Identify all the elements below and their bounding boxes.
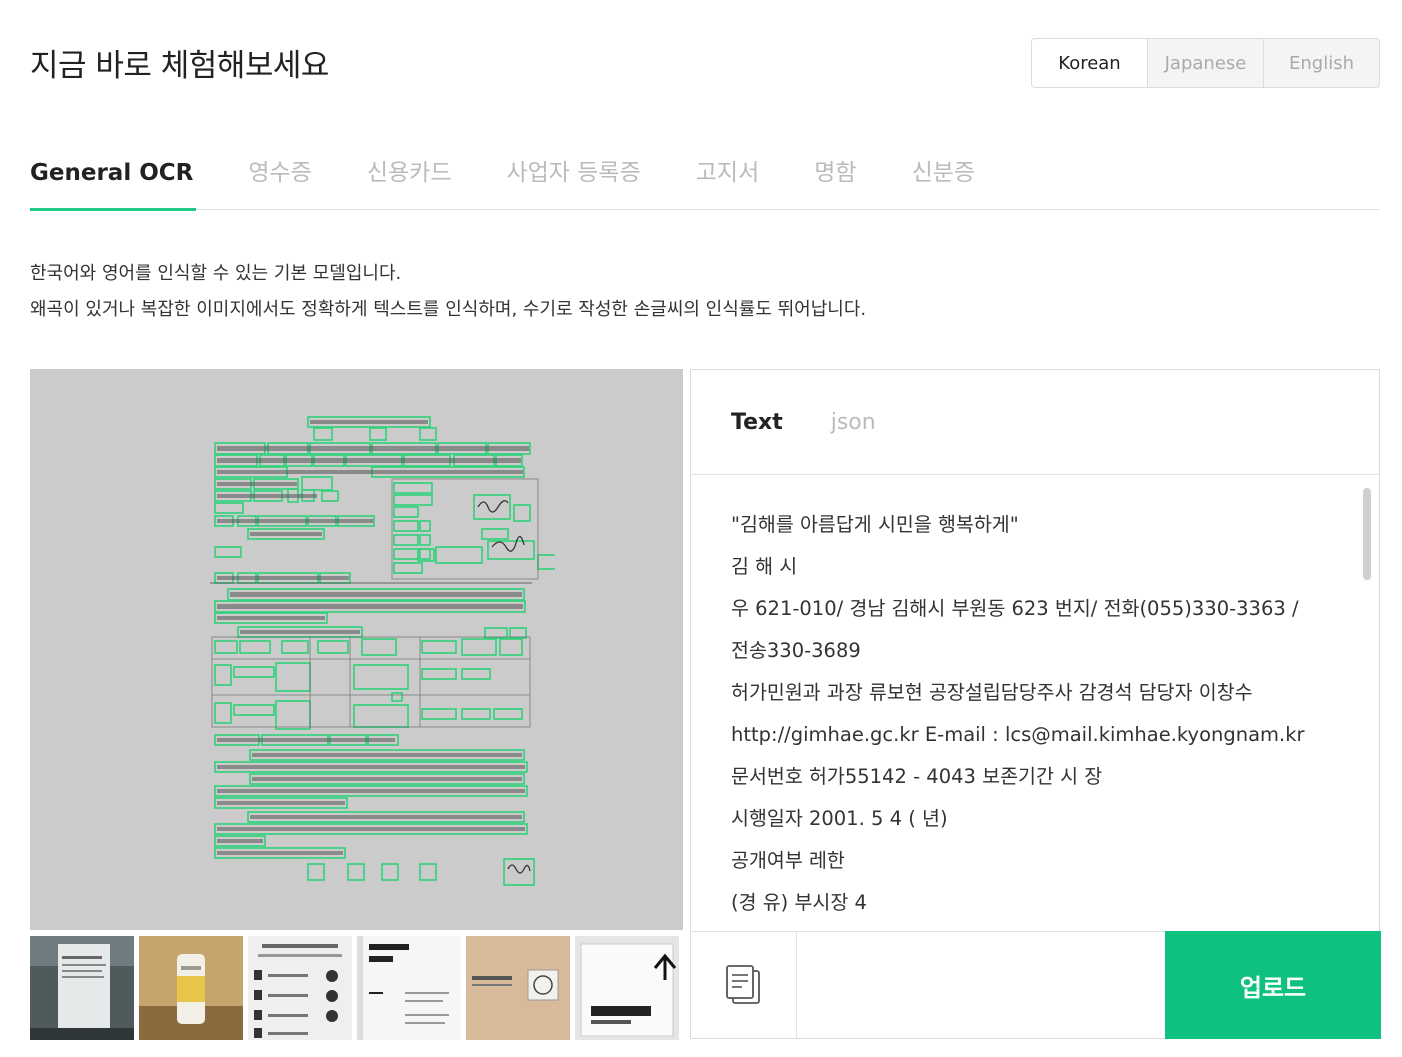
- copy-document-icon: [725, 965, 760, 1004]
- tab-credit-card[interactable]: 신용카드: [367, 150, 452, 210]
- tab-business-card[interactable]: 명함: [814, 150, 856, 210]
- result-line: 김 해 시: [731, 555, 798, 578]
- model-tabs: General OCR 영수증 신용카드 사업자 등록증 고지서 명함 신분증: [30, 150, 1380, 211]
- result-line: 허가민원과 과장 류보현 공장설립담당주사 감경석 담당자 이창수: [731, 681, 1253, 704]
- sample-thumbnail-1-image: [30, 936, 134, 1040]
- upload-button[interactable]: 업로드: [1165, 931, 1381, 1039]
- result-line: "김해를 아름답게 시민을 행복하게": [731, 513, 1019, 536]
- tab-id-card[interactable]: 신분증: [912, 150, 975, 210]
- tab-json[interactable]: json: [831, 410, 876, 435]
- sample-thumbnail-4-image: [357, 936, 461, 1040]
- sample-thumbnail-3-image: [248, 936, 352, 1040]
- result-line: 우 621-010/ 경남 김해시 부원동 623 번지/ 전화(055)330…: [731, 597, 1299, 620]
- tab-business-registration[interactable]: 사업자 등록증: [506, 150, 640, 210]
- copy-button[interactable]: [691, 932, 797, 1038]
- lang-korean-button[interactable]: Korean: [1032, 39, 1147, 87]
- ocr-document-image: [210, 416, 555, 886]
- sample-thumbnail-5-image: [466, 936, 570, 1040]
- ocr-result-text: "김해를 아름답게 시민을 행복하게" 김 해 시 우 621-010/ 경남 …: [731, 504, 1349, 924]
- sample-thumbnail-1[interactable]: [30, 936, 134, 1040]
- language-switcher: Korean Japanese English: [1031, 38, 1380, 88]
- result-line: (경 유) 부시장 4: [731, 891, 867, 914]
- lang-english-button[interactable]: English: [1263, 39, 1379, 87]
- sample-thumbnails: [30, 936, 683, 1040]
- sample-thumbnail-5[interactable]: [466, 936, 570, 1040]
- tab-bill[interactable]: 고지서: [696, 150, 759, 210]
- result-tabs: Text json: [691, 370, 1379, 475]
- sample-thumbnail-6-image: [575, 936, 679, 1040]
- sample-thumbnail-2-image: [139, 936, 243, 1040]
- model-description: 한국어와 영어를 인식할 수 있는 기본 모델입니다. 왜곡이 있거나 복잡한 …: [30, 256, 866, 328]
- tab-general-ocr[interactable]: General OCR: [30, 150, 197, 211]
- result-scrollbar[interactable]: [1363, 488, 1371, 580]
- page-title: 지금 바로 체험해보세요: [30, 48, 329, 84]
- image-preview: [30, 369, 683, 930]
- sample-thumbnail-6[interactable]: [575, 936, 679, 1040]
- sample-thumbnail-3[interactable]: [248, 936, 352, 1040]
- result-line: 공개여부 레한: [731, 849, 845, 872]
- result-line: 문서번호 허가55142 - 4043 보존기간 시 장: [731, 765, 1103, 788]
- tab-text[interactable]: Text: [731, 410, 783, 435]
- tab-receipt[interactable]: 영수증: [248, 150, 311, 210]
- sample-thumbnail-4[interactable]: [357, 936, 461, 1040]
- description-line-2: 왜곡이 있거나 복잡한 이미지에서도 정확하게 텍스트를 인식하며, 수기로 작…: [30, 299, 867, 320]
- sample-thumbnail-2[interactable]: [139, 936, 243, 1040]
- result-line: 전송330-3689: [731, 639, 861, 662]
- result-line: 시행일자 2001. 5 4 ( 년): [731, 807, 948, 830]
- result-panel: Text json "김해를 아름답게 시민을 행복하게" 김 해 시 우 62…: [690, 369, 1380, 932]
- result-line: http://gimhae.gc.kr E-mail : lcs@mail.ki…: [731, 723, 1305, 746]
- description-line-1: 한국어와 영어를 인식할 수 있는 기본 모델입니다.: [30, 263, 402, 284]
- lang-japanese-button[interactable]: Japanese: [1147, 39, 1263, 87]
